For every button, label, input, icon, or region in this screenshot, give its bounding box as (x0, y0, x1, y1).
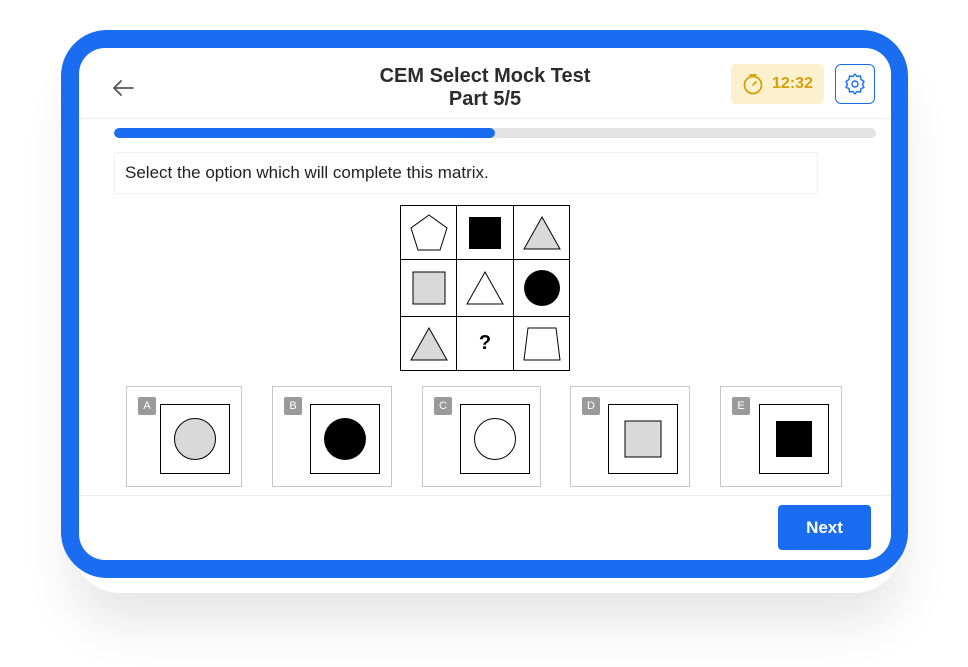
next-button[interactable]: Next (778, 505, 871, 550)
matrix-cell (514, 260, 569, 317)
arrow-left-icon (113, 80, 134, 96)
matrix-grid: ? (400, 205, 570, 371)
circle-shape (324, 418, 366, 460)
option-frame (460, 404, 530, 474)
matrix-cell (457, 206, 514, 260)
question-text: Select the option which will complete th… (114, 152, 818, 194)
matrix-cell (514, 317, 569, 370)
matrix-cell (401, 317, 457, 370)
test-screen: CEM Select Mock Test Part 5/5 12:32 Sele… (79, 48, 891, 560)
timer-badge: 12:32 (731, 64, 824, 104)
triangle-shape (409, 326, 448, 360)
square-shape (412, 271, 445, 305)
option-c[interactable]: C (422, 386, 541, 487)
circle-shape (174, 418, 216, 460)
matrix-cell (457, 260, 514, 317)
trapezium-shape (522, 327, 561, 360)
option-frame (759, 404, 829, 474)
option-letter: D (582, 397, 600, 415)
triangle-shape (466, 270, 504, 305)
page-title: CEM Select Mock Test Part 5/5 (279, 65, 691, 111)
matrix-cell (514, 206, 569, 260)
circle-shape (523, 270, 560, 306)
pentagon-shape (409, 213, 448, 250)
test-part: Part 5/5 (448, 88, 522, 110)
back-button[interactable] (109, 76, 137, 100)
matrix-cell (401, 260, 457, 317)
settings-button[interactable] (835, 64, 875, 104)
option-frame (608, 404, 678, 474)
option-letter: A (138, 397, 156, 415)
matrix-cell-missing: ? (457, 317, 514, 370)
square-shape (469, 216, 501, 249)
option-frame (310, 404, 380, 474)
square-shape (776, 421, 812, 457)
footer-divider (79, 495, 891, 496)
test-name: CEM Select Mock Test (379, 65, 591, 87)
option-letter: E (732, 397, 750, 415)
progress-bar (114, 128, 876, 138)
option-letter: C (434, 397, 452, 415)
square-shape (624, 420, 662, 458)
option-d[interactable]: D (570, 386, 690, 487)
option-frame (160, 404, 230, 474)
timer-value: 12:32 (772, 75, 813, 92)
option-a[interactable]: A (126, 386, 242, 487)
option-b[interactable]: B (272, 386, 392, 487)
option-e[interactable]: E (720, 386, 842, 487)
gear-icon (845, 73, 865, 95)
option-letter: B (284, 397, 302, 415)
stopwatch-icon (743, 74, 763, 95)
circle-shape (474, 418, 516, 460)
header-divider (79, 118, 891, 119)
triangle-shape (522, 215, 561, 249)
matrix-cell (401, 206, 457, 260)
question-mark: ? (478, 332, 492, 354)
progress-fill (114, 128, 495, 138)
